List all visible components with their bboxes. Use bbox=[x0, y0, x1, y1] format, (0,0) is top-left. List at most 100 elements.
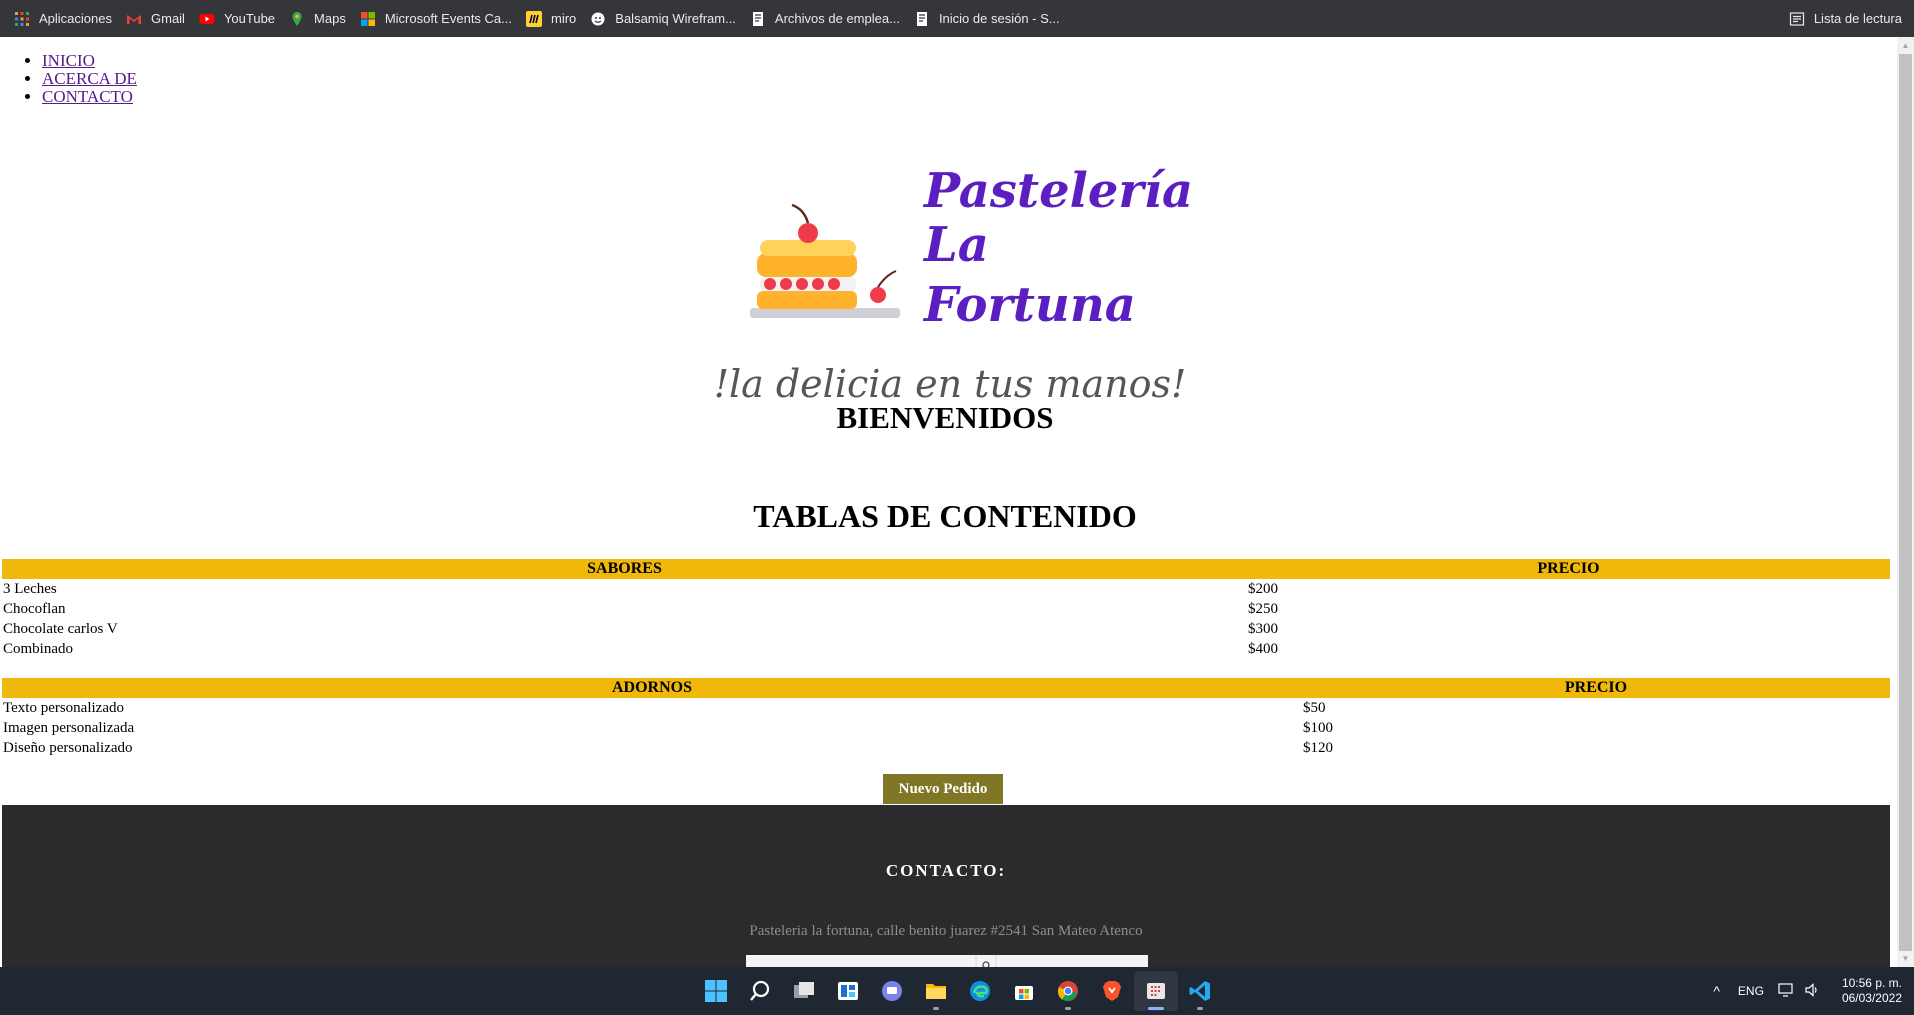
windows-start-icon bbox=[703, 978, 729, 1004]
bookmark-balsamiq[interactable]: Balsamiq Wirefram... bbox=[584, 5, 744, 33]
table-cell: Imagen personalizada bbox=[3, 719, 135, 736]
bookmark-youtube[interactable]: YouTube bbox=[193, 5, 283, 33]
logo-line3: Fortuna bbox=[922, 277, 1136, 333]
chrome-icon bbox=[1055, 978, 1081, 1004]
logo-line1: Pastelería bbox=[922, 163, 1193, 219]
reading-list-label: Lista de lectura bbox=[1813, 11, 1902, 26]
scroll-up-arrow-icon[interactable]: ▲ bbox=[1897, 37, 1914, 54]
table-cell: $400 bbox=[1248, 640, 1278, 657]
taskbar-search[interactable] bbox=[738, 971, 782, 1011]
table-header: PRECIO bbox=[1302, 678, 1890, 698]
table-cell: $50 bbox=[1303, 699, 1326, 716]
table-header: ADORNOS bbox=[2, 678, 1302, 698]
teams-chat-icon bbox=[879, 978, 905, 1004]
system-clock[interactable]: 10:56 p. m. 06/03/2022 bbox=[1842, 976, 1902, 1006]
bookmark-label: Inicio de sesión - S... bbox=[938, 11, 1060, 26]
welcome-heading: BIENVENIDOS bbox=[836, 400, 1054, 435]
table-header: PRECIO bbox=[1247, 559, 1890, 579]
running-indicator bbox=[1065, 1007, 1071, 1010]
start-button[interactable] bbox=[694, 971, 738, 1011]
nav-item-inicio: INICIO bbox=[42, 52, 137, 70]
running-indicator bbox=[1197, 1007, 1203, 1010]
taskbar-brave[interactable] bbox=[1090, 971, 1134, 1011]
table-cell: Combinado bbox=[3, 640, 73, 657]
logo-line2: La bbox=[922, 217, 989, 273]
taskbar-file-explorer[interactable] bbox=[914, 971, 958, 1011]
bookmark-inicio-sesion[interactable]: Inicio de sesión - S... bbox=[908, 5, 1068, 33]
bookmark-gmail[interactable]: Gmail bbox=[120, 5, 193, 33]
table-cell: Texto personalizado bbox=[3, 699, 124, 716]
apps-grid-icon bbox=[14, 11, 30, 27]
gmail-icon bbox=[126, 11, 142, 27]
bakery-logo: Pastelería La Fortuna !la delicia en tus… bbox=[700, 125, 1200, 415]
table-row: Chocoflan $250 bbox=[2, 599, 1890, 619]
widgets-icon bbox=[835, 978, 861, 1004]
nav-link-contacto[interactable]: CONTACTO bbox=[42, 87, 133, 106]
document-icon bbox=[914, 11, 930, 27]
clock-date: 06/03/2022 bbox=[1841, 991, 1902, 1005]
nav-link-acerca[interactable]: ACERCA DE bbox=[42, 69, 137, 88]
table-cell: $100 bbox=[1303, 719, 1333, 736]
bookmark-maps[interactable]: Maps bbox=[283, 5, 354, 33]
scroll-thumb[interactable] bbox=[1899, 54, 1912, 951]
reading-list-icon bbox=[1789, 11, 1805, 27]
clock-time: 10:56 p. m. bbox=[1841, 976, 1902, 990]
taskbar-store[interactable] bbox=[1002, 971, 1046, 1011]
table-row: Chocolate carlos V $300 bbox=[2, 619, 1890, 639]
table-header-row: ADORNOS PRECIO bbox=[2, 678, 1890, 698]
bookmark-microsoft-events[interactable]: Microsoft Events Ca... bbox=[354, 5, 520, 33]
edge-icon bbox=[967, 978, 993, 1004]
table-row: Diseño personalizado $120 bbox=[2, 738, 1890, 758]
bookmark-label: Aplicaciones bbox=[39, 11, 112, 26]
file-explorer-icon bbox=[923, 978, 949, 1004]
table-row: Texto personalizado $50 bbox=[2, 698, 1890, 718]
windows-taskbar: ^ ENG 10:56 p. m. 06/03/2022 bbox=[0, 967, 1914, 1015]
taskbar-vscode[interactable] bbox=[1178, 971, 1222, 1011]
flavors-table: SABORES PRECIO 3 Leches $200 Chocoflan $25… bbox=[2, 559, 1890, 659]
taskbar-edge[interactable] bbox=[958, 971, 1002, 1011]
taskbar-widgets[interactable] bbox=[826, 971, 870, 1011]
bookmark-miro[interactable]: miro bbox=[520, 5, 584, 33]
taskbar-chrome[interactable] bbox=[1046, 971, 1090, 1011]
task-view-icon bbox=[791, 978, 817, 1004]
bookmark-apps[interactable]: Aplicaciones bbox=[8, 5, 120, 33]
contact-title: CONTACTO: bbox=[885, 861, 1007, 880]
taskbar-teams-chat[interactable] bbox=[870, 971, 914, 1011]
chevron-up-icon[interactable]: ^ bbox=[1713, 983, 1720, 999]
table-cell: $120 bbox=[1303, 739, 1333, 756]
youtube-icon bbox=[199, 11, 215, 27]
bookmark-label: Maps bbox=[314, 11, 346, 26]
running-indicator bbox=[1148, 1007, 1164, 1010]
maps-pin-icon bbox=[289, 11, 305, 27]
table-cell: Chocoflan bbox=[3, 600, 66, 617]
table-header: SABORES bbox=[2, 559, 1247, 579]
snipping-tool-icon bbox=[1143, 978, 1169, 1004]
table-row: Combinado $400 bbox=[2, 639, 1890, 659]
page-viewport: INICIO ACERCA DE CONTACTO bbox=[0, 37, 1914, 967]
search-icon bbox=[747, 978, 773, 1004]
volume-icon[interactable] bbox=[1804, 982, 1820, 1001]
store-icon bbox=[1011, 978, 1037, 1004]
nav-item-contacto: CONTACTO bbox=[42, 88, 137, 106]
microsoft-logo-icon bbox=[360, 11, 376, 27]
embedded-map[interactable] bbox=[746, 955, 1148, 967]
table-cell: 3 Leches bbox=[3, 580, 57, 597]
taskbar-snipping-tool[interactable] bbox=[1134, 971, 1178, 1011]
scroll-down-arrow-icon[interactable]: ▼ bbox=[1897, 950, 1914, 967]
bookmark-label: miro bbox=[551, 11, 577, 26]
language-indicator[interactable]: ENG bbox=[1738, 984, 1764, 998]
bookmarks-bar: Aplicaciones Gmail YouTube Maps Microsof… bbox=[0, 0, 1914, 37]
nav-link-inicio[interactable]: INICIO bbox=[42, 51, 95, 70]
bookmark-archivos[interactable]: Archivos de emplea... bbox=[744, 5, 908, 33]
new-order-button[interactable]: Nuevo Pedido bbox=[883, 774, 1003, 804]
network-icon[interactable] bbox=[1778, 982, 1796, 1001]
system-tray: ^ ENG 10:56 p. m. 06/03/2022 bbox=[1713, 967, 1902, 1015]
toppings-table: ADORNOS PRECIO Texto personalizado $50 Im… bbox=[2, 678, 1890, 758]
bookmark-label: Microsoft Events Ca... bbox=[384, 11, 512, 26]
taskbar-task-view[interactable] bbox=[782, 971, 826, 1011]
table-cell: Diseño personalizado bbox=[3, 739, 133, 756]
vscode-icon bbox=[1187, 978, 1213, 1004]
miro-icon bbox=[526, 10, 542, 27]
vertical-scrollbar[interactable]: ▲ ▼ bbox=[1897, 37, 1914, 967]
reading-list-button[interactable]: Lista de lectura bbox=[1789, 0, 1902, 37]
